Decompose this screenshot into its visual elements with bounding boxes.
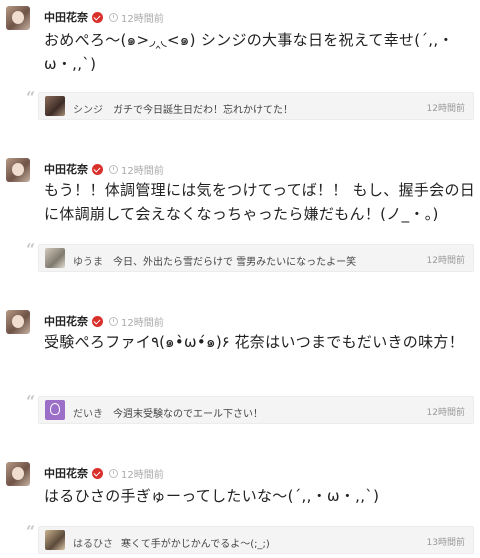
reply-text: 今日、外出たら雪だらけで 雪男みたいになったよー笑 (113, 257, 357, 268)
reply-text: 寒くて手がかじかんでるよ〜(;_;) (121, 539, 270, 550)
verified-icon (92, 315, 103, 327)
reply-avatar[interactable] (45, 96, 65, 116)
post-text: はるひさの手ぎゅーってしたいな〜(´,,・ω・,,`) (44, 487, 380, 505)
post-time: 12時間前 (121, 13, 164, 25)
reply-avatar[interactable] (45, 248, 65, 268)
post-time: 12時間前 (121, 469, 164, 481)
post-text: 受験ぺろファイ٩(๑•̀ω•́๑)۶ 花奈はいつまでもだいきの味方！ (44, 333, 465, 351)
author-name[interactable]: 中田花奈 (44, 465, 88, 481)
reply-card[interactable]: ゆうま 今日、外出たら雪だらけで 雪男みたいになったよー笑 12時間前 (38, 244, 474, 272)
author-name[interactable]: 中田花奈 (44, 9, 88, 25)
reply-time: 12時間前 (426, 104, 465, 114)
reply-avatar[interactable] (45, 400, 65, 420)
author-name[interactable]: 中田花奈 (44, 313, 88, 329)
post-time: 12時間前 (121, 317, 164, 329)
clock-icon (109, 316, 118, 326)
reply-name[interactable]: だいき (73, 405, 103, 420)
reply-name[interactable]: シンジ (73, 101, 103, 116)
quote-icon: “ (26, 522, 36, 541)
reply-name[interactable]: はるひさ (73, 535, 113, 550)
post-text: もう！！体調管理には気をつけてってば！！ もし、握手会の日に体調崩して会えなくな… (44, 181, 476, 223)
reply-text: 今週末受験なのでエール下さい！ (113, 409, 263, 420)
clock-icon (109, 164, 118, 174)
quote-icon: “ (26, 88, 36, 107)
avatar[interactable] (6, 310, 30, 334)
clock-icon (109, 12, 118, 22)
avatar[interactable] (6, 158, 30, 182)
reply-avatar[interactable] (45, 530, 65, 550)
quote-icon: “ (26, 392, 36, 411)
reply-card[interactable]: シンジ ガチで今日誕生日だわ！忘れかけてた！ 12時間前 (38, 92, 474, 120)
reply-text: ガチで今日誕生日だわ！忘れかけてた！ (113, 105, 293, 116)
avatar[interactable] (6, 462, 30, 486)
reply-name[interactable]: ゆうま (73, 253, 103, 268)
verified-icon (92, 11, 103, 23)
verified-icon (92, 467, 103, 479)
verified-icon (92, 163, 103, 175)
post-header: 中田花奈 12時間前 (44, 8, 164, 26)
reply-time: 12時間前 (426, 408, 465, 418)
reply-card[interactable]: だいき 今週末受験なのでエール下さい！ 12時間前 (38, 396, 474, 424)
post-header: 中田花奈 12時間前 (44, 160, 164, 178)
author-name[interactable]: 中田花奈 (44, 161, 88, 177)
post-text: おめぺろ〜(๑>◞‸◟<๑) シンジの大事な日を祝えて幸せ(´,,・ω・,,`) (44, 31, 454, 73)
reply-card[interactable]: はるひさ 寒くて手がかじかんでるよ〜(;_;) 13時間前 (38, 526, 474, 554)
clock-icon (109, 468, 118, 478)
post-time: 12時間前 (121, 165, 164, 177)
reply-time: 13時間前 (426, 538, 465, 548)
post-header: 中田花奈 12時間前 (44, 464, 164, 482)
reply-time: 12時間前 (426, 256, 465, 266)
quote-icon: “ (26, 240, 36, 259)
avatar[interactable] (6, 6, 30, 30)
post-header: 中田花奈 12時間前 (44, 312, 164, 330)
